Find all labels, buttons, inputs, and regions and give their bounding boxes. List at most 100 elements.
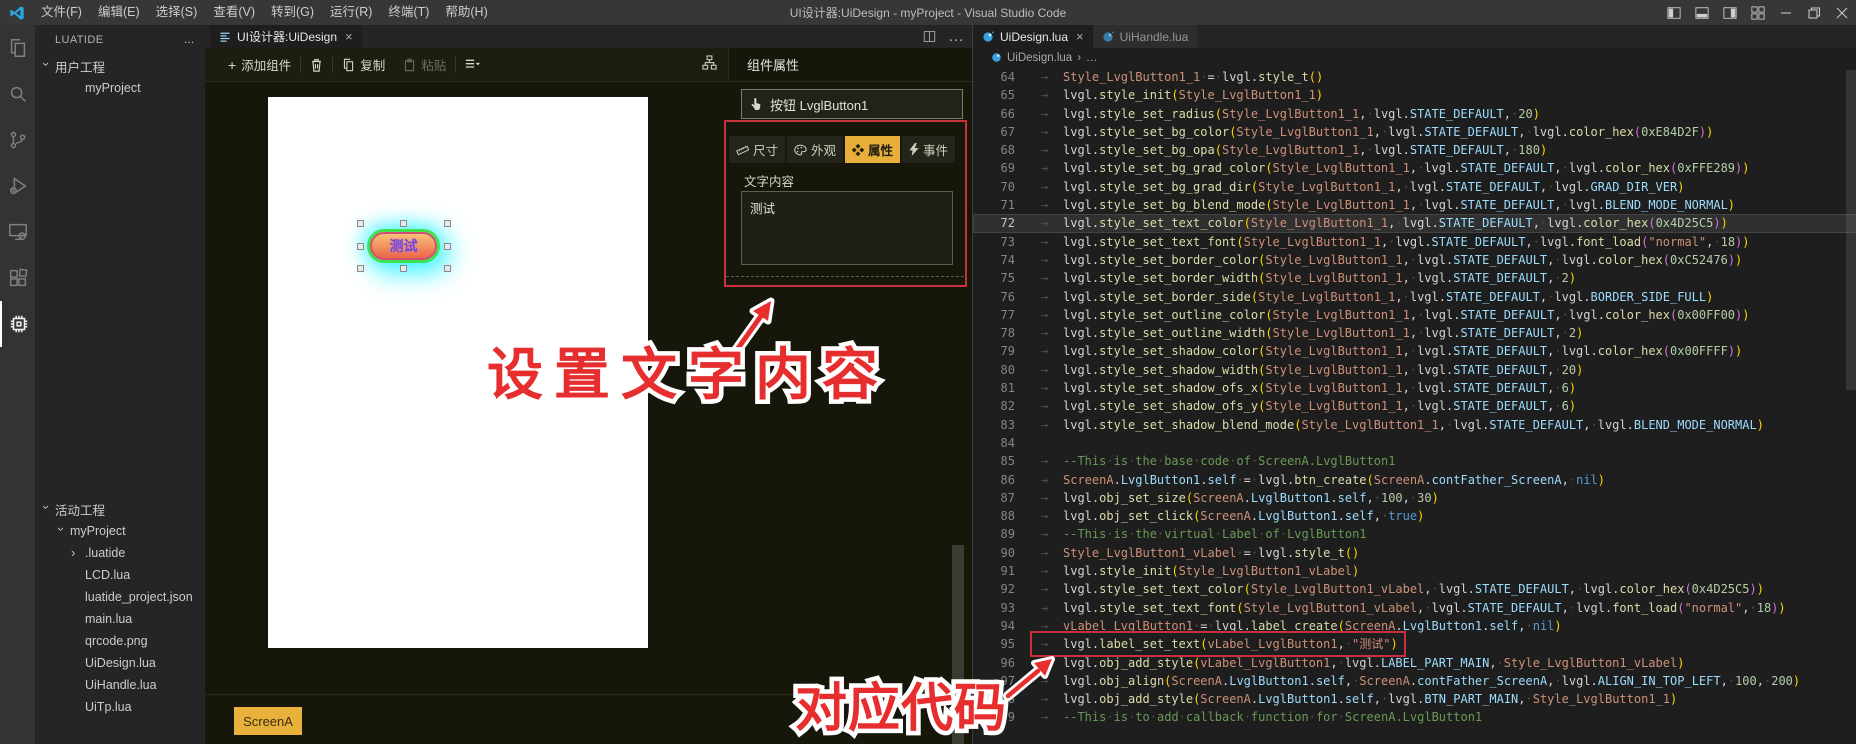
menu-item-2[interactable]: 选择(S) [148, 0, 206, 25]
code-area[interactable]: 64 → Style_LvglButton1_1·=·lvgl.style_t() 6… [973, 68, 1856, 744]
designer-editor-group: UI设计器:UiDesign × … + 添加组件 复制 粘贴 组件属性 测试 … [205, 25, 973, 744]
luatide-chip-icon[interactable] [0, 301, 35, 347]
text-content-input[interactable]: 测试 [741, 191, 953, 265]
tree-item-label: qrcode.png [85, 634, 148, 648]
close-button[interactable] [1828, 0, 1856, 25]
add-widget-button[interactable]: + 添加组件 [219, 48, 300, 81]
split-editor-icon[interactable] [923, 30, 936, 43]
code-line-67: 67 → lvgl.style_set_bg_color(Style_LvglBut… [973, 123, 1856, 141]
resize-handle[interactable] [444, 243, 451, 250]
more-actions-icon[interactable]: … [948, 28, 964, 46]
sidebar-item-LCD.lua[interactable]: LCD.lua [35, 564, 205, 586]
resize-handle[interactable] [357, 265, 364, 272]
toggle-panel-left-icon[interactable] [1660, 0, 1688, 25]
close-icon[interactable]: × [345, 29, 353, 44]
tab-size[interactable]: 尺寸 [729, 136, 786, 163]
line-number: 74 [1000, 252, 1015, 267]
sidebar-title: LUATIDE [55, 34, 104, 46]
tab-ui-designer[interactable]: UI设计器:UiDesign × [210, 25, 362, 48]
line-number: 98 [1000, 692, 1015, 707]
line-number: 68 [1000, 143, 1015, 158]
line-number: 86 [1000, 472, 1015, 487]
copy-button[interactable]: 复制 [333, 48, 394, 81]
menu-item-1[interactable]: 编辑(E) [90, 0, 148, 25]
sidebar-item-UiTp.lua[interactable]: UiTp.lua [35, 696, 205, 718]
code-line-80: 80 → lvgl.style_set_shadow_width(Style_Lvg… [973, 361, 1856, 379]
restore-button[interactable] [1800, 0, 1828, 25]
code-line-96: 96 → lvgl.obj_add_style(vLabel_LvglButton1… [973, 654, 1856, 672]
toggle-panel-right-icon[interactable] [1716, 0, 1744, 25]
sidebar-item-main.lua[interactable]: main.lua [35, 608, 205, 630]
extensions-icon[interactable] [0, 255, 35, 301]
tab-uidesign-lua[interactable]: UiDesign.lua × [973, 25, 1093, 48]
menu-item-7[interactable]: 帮助(H) [437, 0, 495, 25]
paste-button[interactable]: 粘贴 [394, 48, 455, 81]
list-menu-button[interactable] [456, 48, 489, 81]
code-line-95: 95 → lvgl.label_set_text(vLabel_LvglButton… [973, 635, 1856, 653]
customize-layout-icon[interactable] [1744, 0, 1772, 25]
sidebar-item-qrcode.png[interactable]: qrcode.png [35, 630, 205, 652]
activity-bar [0, 25, 35, 744]
selected-widget-box[interactable]: 按钮 LvglButton1 [741, 89, 963, 119]
menu-item-4[interactable]: 转到(G) [263, 0, 322, 25]
hand-pointer-icon [751, 98, 761, 110]
explorer-icon[interactable] [0, 25, 35, 71]
design-canvas[interactable]: 测试 [268, 97, 648, 648]
line-content: → lvgl.style_set_bg_blend_mode(Style_Lvgl… [1041, 198, 1736, 213]
code-line-84: 84 [973, 434, 1856, 452]
line-content: → --This·is·to·add·callback·function·for·… [1041, 710, 1483, 725]
code-scrollbar[interactable] [1846, 70, 1856, 390]
run-debug-icon[interactable] [0, 163, 35, 209]
sidebar-item-myProject[interactable]: › myProject [35, 520, 205, 542]
line-number: 92 [1000, 582, 1015, 597]
resize-handle[interactable] [357, 220, 364, 227]
tab-events-label: 事件 [923, 144, 949, 158]
line-number: 89 [1000, 527, 1015, 542]
user-project-tree: › 用户工程 myProject [35, 55, 205, 99]
toggle-panel-bottom-icon[interactable] [1688, 0, 1716, 25]
resize-handle[interactable] [357, 243, 364, 250]
search-icon[interactable] [0, 71, 35, 117]
menu-item-6[interactable]: 终端(T) [380, 0, 437, 25]
sidebar-more-icon[interactable]: … [184, 34, 195, 46]
close-icon[interactable]: × [1076, 29, 1084, 44]
menu-item-0[interactable]: 文件(F) [33, 0, 90, 25]
line-content: → Style_LvglButton1_vLabel·=·lvgl.style_t… [1041, 545, 1360, 560]
tab-events[interactable]: 事件 [902, 136, 956, 163]
screen-tab-screena[interactable]: ScreenA [234, 707, 302, 735]
tab-uihandle-lua[interactable]: UiHandle.lua [1092, 25, 1198, 48]
sidebar-item-UiHandle.lua[interactable]: UiHandle.lua [35, 674, 205, 696]
sidebar-item-luatide_project.json[interactable]: luatide_project.json [35, 586, 205, 608]
widget-tree-icon[interactable] [702, 55, 717, 70]
minimize-button[interactable] [1772, 0, 1800, 25]
code-line-99: 99 → --This·is·to·add·callback·function·fo… [973, 708, 1856, 726]
line-number: 83 [1000, 417, 1015, 432]
section-[interactable]: › 活动工程 [35, 498, 205, 520]
copy-icon [344, 58, 354, 71]
line-number: 77 [1000, 307, 1015, 322]
breadcrumb[interactable]: UiDesign.lua › … [973, 48, 1856, 67]
sidebar-item-.luatide[interactable]: › .luatide [35, 542, 205, 564]
line-number: 90 [1000, 545, 1015, 560]
section-[interactable]: › 用户工程 [35, 55, 205, 77]
sidebar-item-myProject[interactable]: myProject [35, 77, 205, 99]
widget-props-header: 组件属性 [728, 48, 973, 82]
sidebar-item-UiDesign.lua[interactable]: UiDesign.lua [35, 652, 205, 674]
lvgl-button-widget[interactable]: 测试 [370, 232, 437, 260]
resize-handle[interactable] [444, 265, 451, 272]
remote-explorer-icon[interactable] [0, 209, 35, 255]
tab-appearance[interactable]: 外观 [787, 136, 844, 163]
resize-handle[interactable] [400, 220, 407, 227]
resize-handle[interactable] [444, 220, 451, 227]
delete-widget-button[interactable] [301, 48, 332, 81]
resize-handle[interactable] [400, 265, 407, 272]
line-content: → lvgl.style_init(Style_LvglButton1_vLabe… [1041, 564, 1360, 579]
line-content: → lvgl.style_set_bg_grad_dir(Style_LvglBu… [1041, 179, 1685, 194]
line-number: 82 [1000, 399, 1015, 414]
menu-item-5[interactable]: 运行(R) [322, 0, 380, 25]
tab-properties[interactable]: 属性 [845, 136, 901, 163]
code-line-69: 69 → lvgl.style_set_bg_grad_color(Style_Lv… [973, 159, 1856, 177]
menu-item-3[interactable]: 查看(V) [205, 0, 263, 25]
source-control-icon[interactable] [0, 117, 35, 163]
designer-scrollbar[interactable] [952, 545, 964, 744]
